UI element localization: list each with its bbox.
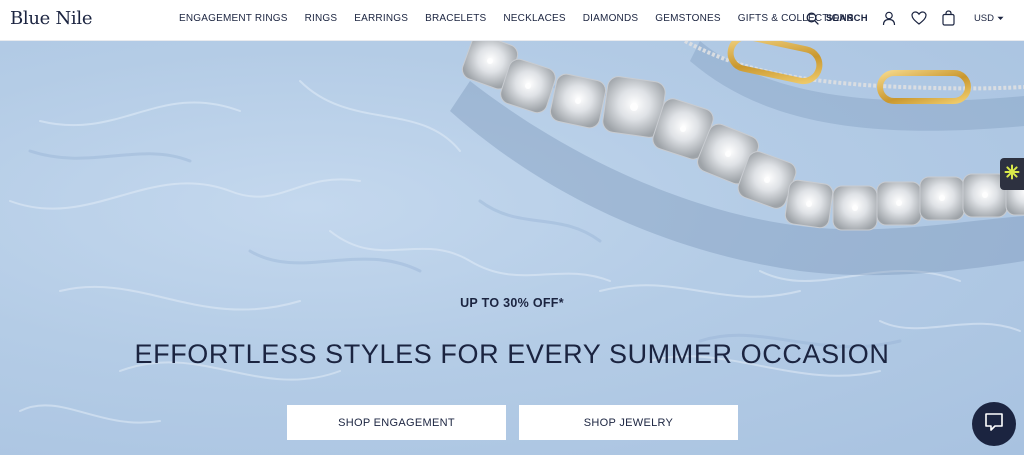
nav-item-necklaces[interactable]: NECKLACES bbox=[503, 13, 565, 24]
shop-jewelry-button[interactable]: SHOP JEWELRY bbox=[519, 405, 738, 440]
hero-banner: UP TO 30% OFF* EFFORTLESS STYLES FOR EVE… bbox=[0, 41, 1024, 455]
site-header: Blue Nile ENGAGEMENT RINGS RINGS EARRING… bbox=[0, 0, 1024, 41]
nav-item-diamonds[interactable]: DIAMONDS bbox=[583, 13, 639, 24]
wishlist-heart-icon[interactable] bbox=[910, 9, 928, 27]
hero-headline: EFFORTLESS STYLES FOR EVERY SUMMER OCCAS… bbox=[134, 339, 890, 369]
account-icon[interactable] bbox=[880, 9, 898, 27]
currency-selector[interactable]: USD bbox=[974, 13, 1004, 24]
shop-engagement-button[interactable]: SHOP ENGAGEMENT bbox=[287, 405, 506, 440]
chevron-down-icon bbox=[997, 13, 1004, 24]
chat-bubble-icon bbox=[983, 411, 1005, 438]
nav-item-engagement-rings[interactable]: ENGAGEMENT RINGS bbox=[179, 13, 288, 24]
main-nav: ENGAGEMENT RINGS RINGS EARRINGS BRACELET… bbox=[179, 13, 871, 24]
nav-item-gemstones[interactable]: GEMSTONES bbox=[655, 13, 721, 24]
shopping-bag-icon[interactable] bbox=[940, 9, 958, 27]
search-button[interactable]: SEARCH bbox=[803, 9, 868, 27]
accessibility-widget-button[interactable] bbox=[1000, 158, 1024, 190]
live-chat-button[interactable] bbox=[972, 402, 1016, 446]
currency-label: USD bbox=[973, 12, 994, 24]
nav-item-bracelets[interactable]: BRACELETS bbox=[425, 13, 486, 24]
hero-jewelry-image bbox=[9, 41, 1024, 424]
promo-eyebrow: UP TO 30% OFF* bbox=[460, 296, 564, 310]
nav-item-earrings[interactable]: EARRINGS bbox=[354, 13, 408, 24]
nav-item-rings[interactable]: RINGS bbox=[305, 13, 338, 24]
search-icon bbox=[803, 9, 821, 27]
header-utilities: SEARCH USD bbox=[803, 9, 1004, 27]
asterisk-flower-icon bbox=[1004, 164, 1020, 185]
search-label: SEARCH bbox=[826, 12, 868, 24]
brand-logo[interactable]: Blue Nile bbox=[10, 8, 92, 29]
